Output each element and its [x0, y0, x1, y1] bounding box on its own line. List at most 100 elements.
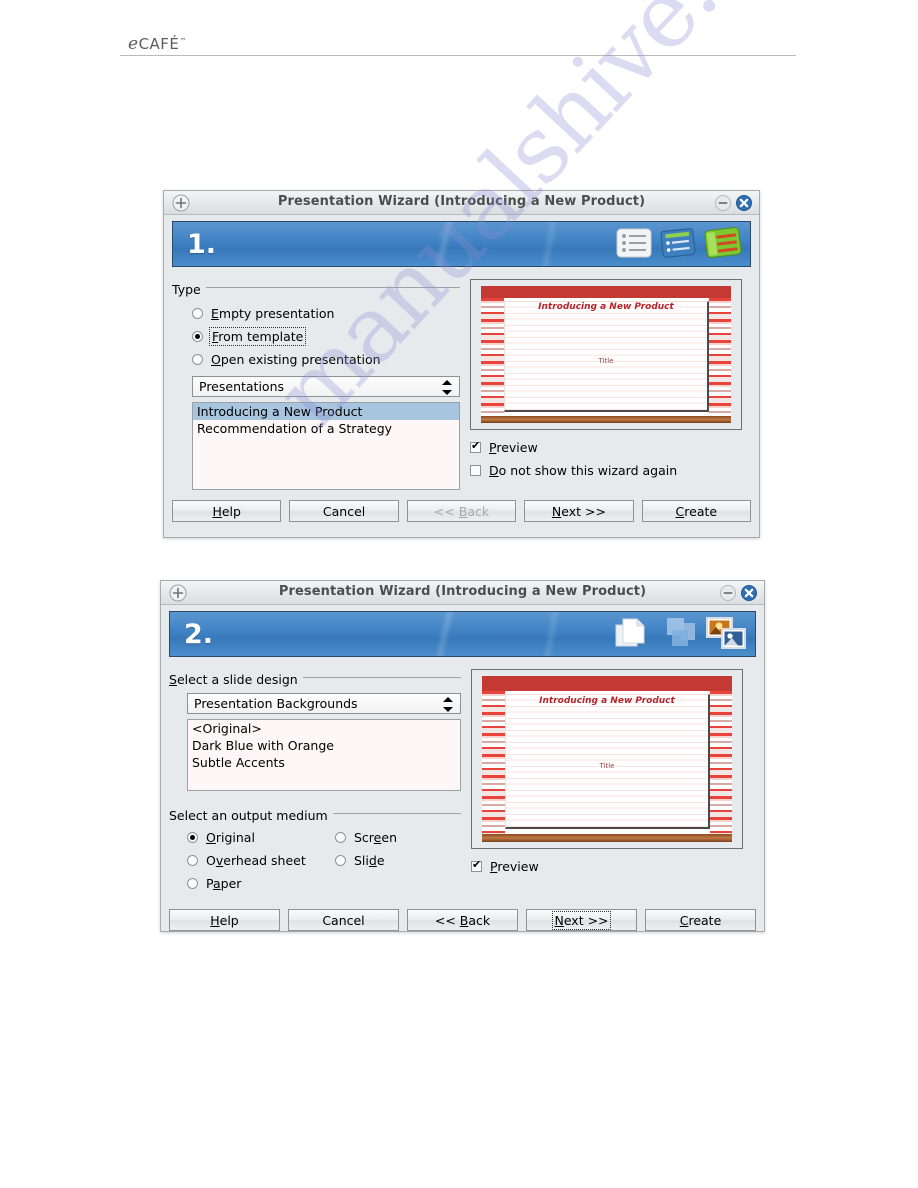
radio-indicator[interactable]: [187, 832, 198, 843]
cancel-button[interactable]: Cancel: [289, 500, 399, 522]
list-item[interactable]: Introducing a New Product: [193, 403, 459, 420]
output-medium-group-label: Select an output medium: [169, 808, 333, 823]
close-icon[interactable]: [740, 584, 758, 602]
radio-label: Overhead sheet: [206, 853, 306, 868]
slide-title-text: Introducing a New Product: [538, 302, 674, 313]
window-controls-step2[interactable]: [719, 584, 758, 602]
logo-e-glyph: e: [128, 34, 139, 54]
type-group-label: Type: [172, 282, 206, 297]
radio-paper[interactable]: Paper: [187, 872, 335, 895]
checkbox-label: Do not show this wizard again: [489, 463, 678, 478]
slide-subtitle-text: Title: [599, 762, 615, 771]
list-item[interactable]: Subtle Accents: [188, 754, 460, 771]
back-button[interactable]: << Back: [407, 909, 518, 931]
checkbox-indicator[interactable]: [470, 465, 481, 476]
presentation-wizard-step1-window: Presentation Wizard (Introducing a New P…: [163, 190, 760, 538]
radio-overhead-sheet[interactable]: Overhead sheet: [187, 849, 335, 872]
radio-label: Slide: [354, 853, 385, 868]
slide-design-group-label: Select a slide design: [169, 672, 303, 687]
titlebar-step1[interactable]: Presentation Wizard (Introducing a New P…: [164, 191, 759, 215]
slide-title-text: Introducing a New Product: [539, 695, 675, 706]
preview-pane-step1: Introducing a New Product Title: [470, 279, 742, 430]
slide-thumbnail: Introducing a New Product Title: [482, 676, 732, 842]
combobox-value: Presentations: [199, 379, 285, 394]
radio-slide[interactable]: Slide: [335, 849, 445, 872]
radio-indicator[interactable]: [335, 855, 346, 866]
radio-screen[interactable]: Screen: [335, 826, 445, 849]
chevron-up-icon[interactable]: [443, 697, 453, 702]
next-button[interactable]: Next >>: [526, 909, 637, 931]
template-listbox[interactable]: Introducing a New Product Recommendation…: [192, 402, 460, 490]
slide-top-band: [481, 286, 731, 299]
checkbox-label: Preview: [489, 440, 538, 455]
minimize-icon[interactable]: [714, 194, 732, 212]
presentation-wizard-step2-window: Presentation Wizard (Introducing a New P…: [160, 580, 765, 932]
help-button[interactable]: Help: [172, 500, 282, 522]
radio-indicator[interactable]: [187, 878, 198, 889]
radio-indicator[interactable]: [192, 331, 203, 342]
logo-trademark: ™: [179, 37, 187, 45]
radio-label: Open existing presentation: [211, 352, 381, 367]
radio-from-template[interactable]: From template: [192, 325, 460, 348]
radio-indicator[interactable]: [335, 832, 346, 843]
radio-open-existing-presentation[interactable]: Open existing presentation: [192, 348, 460, 371]
radio-indicator[interactable]: [192, 354, 203, 365]
window-title-step1: Presentation Wizard (Introducing a New P…: [277, 194, 646, 209]
step-banner-1: 1.: [172, 221, 751, 267]
radio-label: Paper: [206, 876, 242, 891]
radio-empty-presentation[interactable]: Empty presentation: [192, 302, 460, 325]
create-button[interactable]: Create: [645, 909, 756, 931]
slide-top-band: [482, 676, 732, 691]
preview-pane-step2: Introducing a New Product Title: [471, 669, 743, 849]
window-title-step2: Presentation Wizard (Introducing a New P…: [278, 584, 647, 599]
combobox-value: Presentation Backgrounds: [194, 696, 358, 711]
checkbox-indicator[interactable]: [471, 858, 482, 872]
step-number-1: 1.: [187, 229, 217, 260]
spinner-arrows-icon[interactable]: [443, 697, 453, 712]
output-medium-group: Select an output medium Original Overhea…: [169, 805, 461, 895]
slide-design-group: Select a slide design: [169, 669, 461, 688]
slide-bottom-band: [482, 833, 732, 842]
checkbox-preview[interactable]: Preview: [471, 855, 743, 878]
slide-thumbnail: Introducing a New Product Title: [481, 286, 731, 423]
copy-pages-icon: [611, 616, 647, 654]
photos-icon: [705, 616, 747, 654]
checkbox-label: Preview: [490, 859, 539, 874]
chevron-down-icon[interactable]: [443, 707, 453, 712]
list-item[interactable]: Recommendation of a Strategy: [193, 420, 459, 437]
next-button[interactable]: Next >>: [524, 500, 634, 522]
radio-original[interactable]: Original: [187, 826, 335, 849]
cancel-button[interactable]: Cancel: [288, 909, 399, 931]
list-item[interactable]: Dark Blue with Orange: [188, 737, 460, 754]
slide-subtitle-text: Title: [598, 357, 614, 366]
button-row-step2: Help Cancel << Back Next >> Create: [169, 909, 756, 931]
radio-label: From template: [208, 327, 307, 346]
create-button[interactable]: Create: [641, 500, 752, 522]
minimize-icon[interactable]: [719, 584, 737, 602]
slide-design-listbox[interactable]: <Original> Dark Blue with Orange Subtle …: [187, 719, 461, 791]
chevron-down-icon[interactable]: [442, 390, 452, 395]
background-category-combobox[interactable]: Presentation Backgrounds: [187, 693, 461, 714]
radio-indicator[interactable]: [192, 308, 203, 319]
titlebar-step2[interactable]: Presentation Wizard (Introducing a New P…: [161, 581, 764, 605]
step-number-2: 2.: [184, 619, 214, 650]
outline-list-icon: [616, 228, 652, 262]
slide-bottom-band: [481, 416, 731, 423]
window-controls-step1[interactable]: [714, 194, 753, 212]
radio-indicator[interactable]: [187, 855, 198, 866]
overlap-pages-icon: [655, 616, 697, 654]
green-list-icon: [704, 226, 742, 264]
spinner-arrows-icon[interactable]: [442, 380, 452, 395]
back-button: << Back: [406, 500, 517, 522]
type-options: Empty presentation From template Open ex…: [172, 298, 460, 371]
help-button[interactable]: Help: [169, 909, 280, 931]
radio-label: Screen: [354, 830, 397, 845]
checkbox-indicator[interactable]: [470, 439, 481, 453]
template-category-combobox[interactable]: Presentations: [192, 376, 460, 397]
checkbox-do-not-show-again[interactable]: Do not show this wizard again: [470, 459, 742, 482]
checkbox-preview[interactable]: Preview: [470, 436, 742, 459]
close-icon[interactable]: [735, 194, 753, 212]
chevron-up-icon[interactable]: [442, 380, 452, 385]
step2-icon-set: [611, 614, 747, 656]
list-item[interactable]: <Original>: [188, 720, 460, 737]
